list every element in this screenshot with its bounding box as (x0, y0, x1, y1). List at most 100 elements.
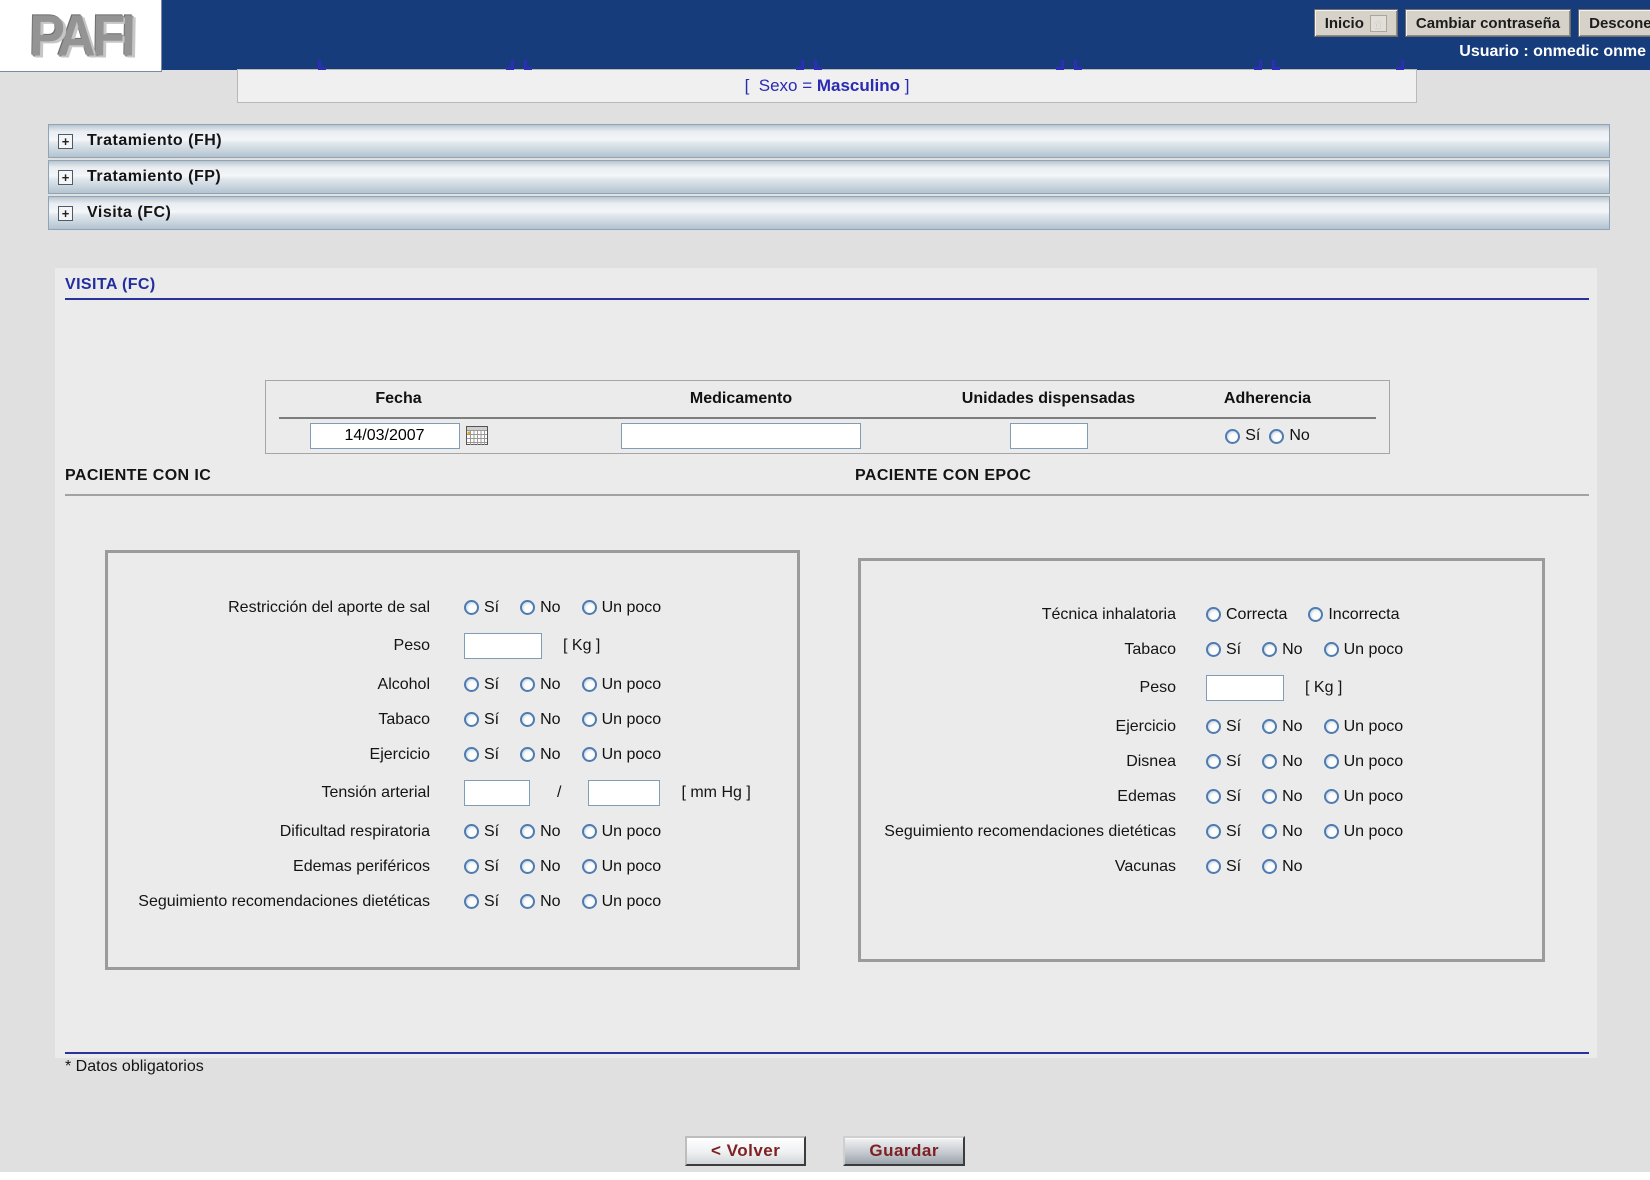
radio-option-un-poco[interactable]: Un poco (1324, 718, 1404, 736)
radio-button[interactable] (464, 824, 479, 839)
radio-option-un-poco[interactable]: Un poco (582, 599, 662, 617)
radio-option-un-poco[interactable]: Un poco (582, 823, 662, 841)
section-visita-fc[interactable]: Visita (FC) (48, 196, 1610, 230)
radio-option-sí[interactable]: Sí (464, 746, 499, 764)
fecha-input[interactable] (310, 423, 460, 449)
radio-option-sí[interactable]: Sí (1206, 753, 1241, 771)
section-tratamiento-fh[interactable]: Tratamiento (FH) (48, 124, 1610, 158)
radio-button[interactable] (464, 677, 479, 692)
guardar-button[interactable]: Guardar (843, 1136, 965, 1166)
radio-option-un-poco[interactable]: Un poco (582, 711, 662, 729)
volver-button[interactable]: < Volver (685, 1136, 806, 1166)
radio-button[interactable] (464, 859, 479, 874)
radio-button[interactable] (464, 747, 479, 762)
radio-button[interactable] (1206, 859, 1221, 874)
radio-button[interactable] (1206, 642, 1221, 657)
radio-option-un-poco[interactable]: Un poco (1324, 641, 1404, 659)
radio-button[interactable] (582, 859, 597, 874)
radio-option-no[interactable]: No (1262, 858, 1302, 876)
radio-button[interactable] (1324, 789, 1339, 804)
radio-button[interactable] (582, 747, 597, 762)
radio-button[interactable] (1262, 642, 1277, 657)
radio-option-incorrecta[interactable]: Incorrecta (1308, 606, 1399, 624)
radio-button[interactable] (1225, 429, 1240, 444)
radio-option-sí[interactable]: Sí (464, 893, 499, 911)
radio-option-sí[interactable]: Sí (464, 858, 499, 876)
radio-button[interactable] (1262, 824, 1277, 839)
radio-button[interactable] (582, 677, 597, 692)
radio-button[interactable] (1206, 824, 1221, 839)
radio-option-sí[interactable]: Sí (464, 823, 499, 841)
radio-option-no[interactable]: No (520, 893, 560, 911)
radio-button[interactable] (520, 677, 535, 692)
text-input[interactable] (1206, 675, 1284, 701)
expand-plus-icon[interactable] (58, 206, 73, 221)
radio-button[interactable] (1324, 719, 1339, 734)
radio-option-un-poco[interactable]: Un poco (582, 746, 662, 764)
radio-button[interactable] (1262, 754, 1277, 769)
radio-button[interactable] (520, 712, 535, 727)
radio-button[interactable] (464, 712, 479, 727)
radio-option-no[interactable]: No (520, 676, 560, 694)
radio-button[interactable] (520, 859, 535, 874)
radio-button[interactable] (1324, 754, 1339, 769)
radio-option-sí[interactable]: Sí (1206, 788, 1241, 806)
radio-button[interactable] (1308, 607, 1323, 622)
radio-option-un-poco[interactable]: Un poco (1324, 788, 1404, 806)
calendar-icon[interactable] (466, 426, 488, 446)
radio-button[interactable] (520, 600, 535, 615)
radio-option-no[interactable]: No (520, 711, 560, 729)
radio-option-no[interactable]: No (1262, 753, 1302, 771)
radio-button[interactable] (1269, 429, 1284, 444)
unidades-input[interactable] (1010, 423, 1088, 449)
radio-option-sí[interactable]: Sí (1206, 641, 1241, 659)
expand-plus-icon[interactable] (58, 134, 73, 149)
radio-button[interactable] (1206, 789, 1221, 804)
radio-option-sí[interactable]: Sí (1206, 823, 1241, 841)
radio-option-un-poco[interactable]: Un poco (1324, 753, 1404, 771)
radio-button[interactable] (1262, 789, 1277, 804)
radio-option-sí[interactable]: Sí (1206, 718, 1241, 736)
radio-button[interactable] (464, 894, 479, 909)
radio-button[interactable] (582, 712, 597, 727)
radio-button[interactable] (1262, 859, 1277, 874)
adherencia-option-si[interactable]: Sí (1225, 427, 1260, 445)
radio-option-no[interactable]: No (1262, 788, 1302, 806)
radio-button[interactable] (1324, 824, 1339, 839)
diastolic-input[interactable] (588, 780, 660, 806)
section-tratamiento-fp[interactable]: Tratamiento (FP) (48, 160, 1610, 194)
radio-button[interactable] (520, 824, 535, 839)
adherencia-option-no[interactable]: No (1269, 427, 1309, 445)
expand-plus-icon[interactable] (58, 170, 73, 185)
radio-option-no[interactable]: No (520, 746, 560, 764)
radio-button[interactable] (582, 824, 597, 839)
radio-button[interactable] (1206, 754, 1221, 769)
radio-option-no[interactable]: No (1262, 823, 1302, 841)
radio-option-no[interactable]: No (520, 599, 560, 617)
medicamento-input[interactable] (621, 423, 861, 449)
radio-option-un-poco[interactable]: Un poco (582, 893, 662, 911)
inicio-button[interactable]: Inicio ⌂ (1314, 9, 1398, 37)
radio-button[interactable] (1324, 642, 1339, 657)
radio-option-un-poco[interactable]: Un poco (582, 858, 662, 876)
cambiar-contrasena-button[interactable]: Cambiar contraseña (1405, 9, 1571, 37)
radio-option-no[interactable]: No (520, 858, 560, 876)
radio-option-un-poco[interactable]: Un poco (1324, 823, 1404, 841)
radio-option-un-poco[interactable]: Un poco (582, 676, 662, 694)
radio-button[interactable] (1206, 719, 1221, 734)
radio-button[interactable] (464, 600, 479, 615)
radio-button[interactable] (1262, 719, 1277, 734)
radio-option-no[interactable]: No (520, 823, 560, 841)
systolic-input[interactable] (464, 780, 530, 806)
radio-option-sí[interactable]: Sí (464, 676, 499, 694)
desconectar-button[interactable]: Desconect (1578, 9, 1650, 37)
text-input[interactable] (464, 633, 542, 659)
radio-button[interactable] (1206, 607, 1221, 622)
radio-option-no[interactable]: No (1262, 641, 1302, 659)
radio-button[interactable] (520, 747, 535, 762)
radio-option-correcta[interactable]: Correcta (1206, 606, 1287, 624)
radio-button[interactable] (582, 894, 597, 909)
radio-option-no[interactable]: No (1262, 718, 1302, 736)
radio-button[interactable] (520, 894, 535, 909)
radio-button[interactable] (582, 600, 597, 615)
